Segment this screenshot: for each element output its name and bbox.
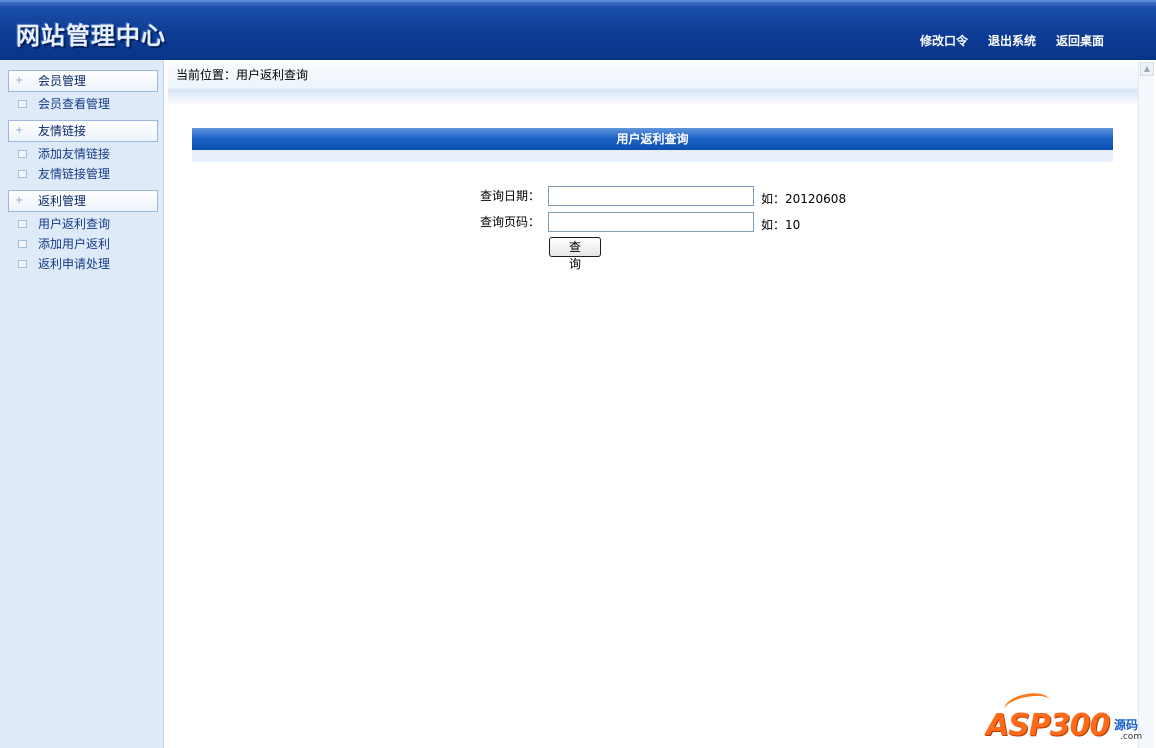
scroll-up-arrow-icon[interactable]: ▲ (1140, 62, 1154, 76)
sidebar-item-add-link[interactable]: 添加友情链接 (18, 145, 110, 163)
watermark-logo: ASP300 源码 .com (984, 689, 1150, 746)
sidebar-item-rebate-query[interactable]: 用户返利查询 (18, 215, 110, 233)
breadcrumb: 当前位置：用户返利查询 (176, 68, 309, 82)
vertical-scrollbar[interactable]: ▲ (1138, 62, 1154, 748)
date-hint: 如：20120608 (761, 192, 847, 206)
sidebar: + 会员管理 会员查看管理 + 友情链接 添加友情链接 友情链接管理 + 返利管… (0, 60, 164, 748)
sidebar-item-rebate-requests[interactable]: 返利申请处理 (18, 255, 110, 273)
breadcrumb-bar: 当前位置：用户返利查询 (168, 62, 1138, 104)
sidebar-item-label: 添加用户返利 (38, 237, 111, 251)
sidebar-item-label: 友情链接管理 (38, 167, 111, 181)
sidebar-item-manage-links[interactable]: 友情链接管理 (18, 165, 110, 183)
query-button[interactable]: 查 询 (549, 237, 601, 271)
sidebar-item-label: 返利申请处理 (38, 257, 111, 271)
sidebar-section-rebate[interactable]: + 返利管理 (8, 190, 158, 212)
top-header: 网站管理中心 修改口令 退出系统 返回桌面 (0, 0, 1156, 60)
page-icon (18, 260, 27, 268)
sidebar-item-label: 用户返利查询 (38, 217, 111, 231)
sidebar-section-label: 友情链接 (38, 124, 87, 138)
date-input[interactable] (548, 186, 754, 206)
page-icon (18, 170, 27, 178)
watermark-side-text: 源码 (1114, 718, 1139, 732)
watermark-brand: ASP300 (986, 708, 1110, 743)
sidebar-section-member[interactable]: + 会员管理 (8, 70, 158, 92)
page-hint: 如：10 (761, 218, 801, 232)
sidebar-section-links[interactable]: + 友情链接 (8, 120, 158, 142)
return-desktop-link[interactable]: 返回桌面 (1056, 32, 1104, 49)
page-input[interactable] (548, 212, 754, 232)
expand-icon: + (15, 125, 24, 136)
panel-title: 用户返利查询 (192, 128, 1113, 150)
top-nav: 修改口令 退出系统 返回桌面 (920, 32, 1104, 49)
change-password-link[interactable]: 修改口令 (920, 32, 968, 49)
page-icon (18, 240, 27, 248)
page-icon (18, 150, 27, 158)
sidebar-section-label: 返利管理 (38, 194, 87, 208)
sidebar-item-label: 添加友情链接 (38, 147, 111, 161)
date-label: 查询日期： (479, 189, 540, 203)
page-icon (18, 100, 27, 108)
panel-subheader (192, 150, 1113, 162)
watermark-suffix: .com (1120, 732, 1143, 742)
sidebar-item-label: 会员查看管理 (38, 97, 111, 111)
sidebar-item-member-view[interactable]: 会员查看管理 (18, 95, 110, 113)
page-label: 查询页码： (479, 215, 540, 229)
sidebar-section-label: 会员管理 (38, 74, 87, 88)
sidebar-item-add-rebate[interactable]: 添加用户返利 (18, 235, 110, 253)
site-logo: 网站管理中心 (16, 22, 166, 50)
logout-link[interactable]: 退出系统 (988, 32, 1036, 49)
page-icon (18, 220, 27, 228)
expand-icon: + (15, 75, 24, 86)
expand-icon: + (15, 195, 24, 206)
